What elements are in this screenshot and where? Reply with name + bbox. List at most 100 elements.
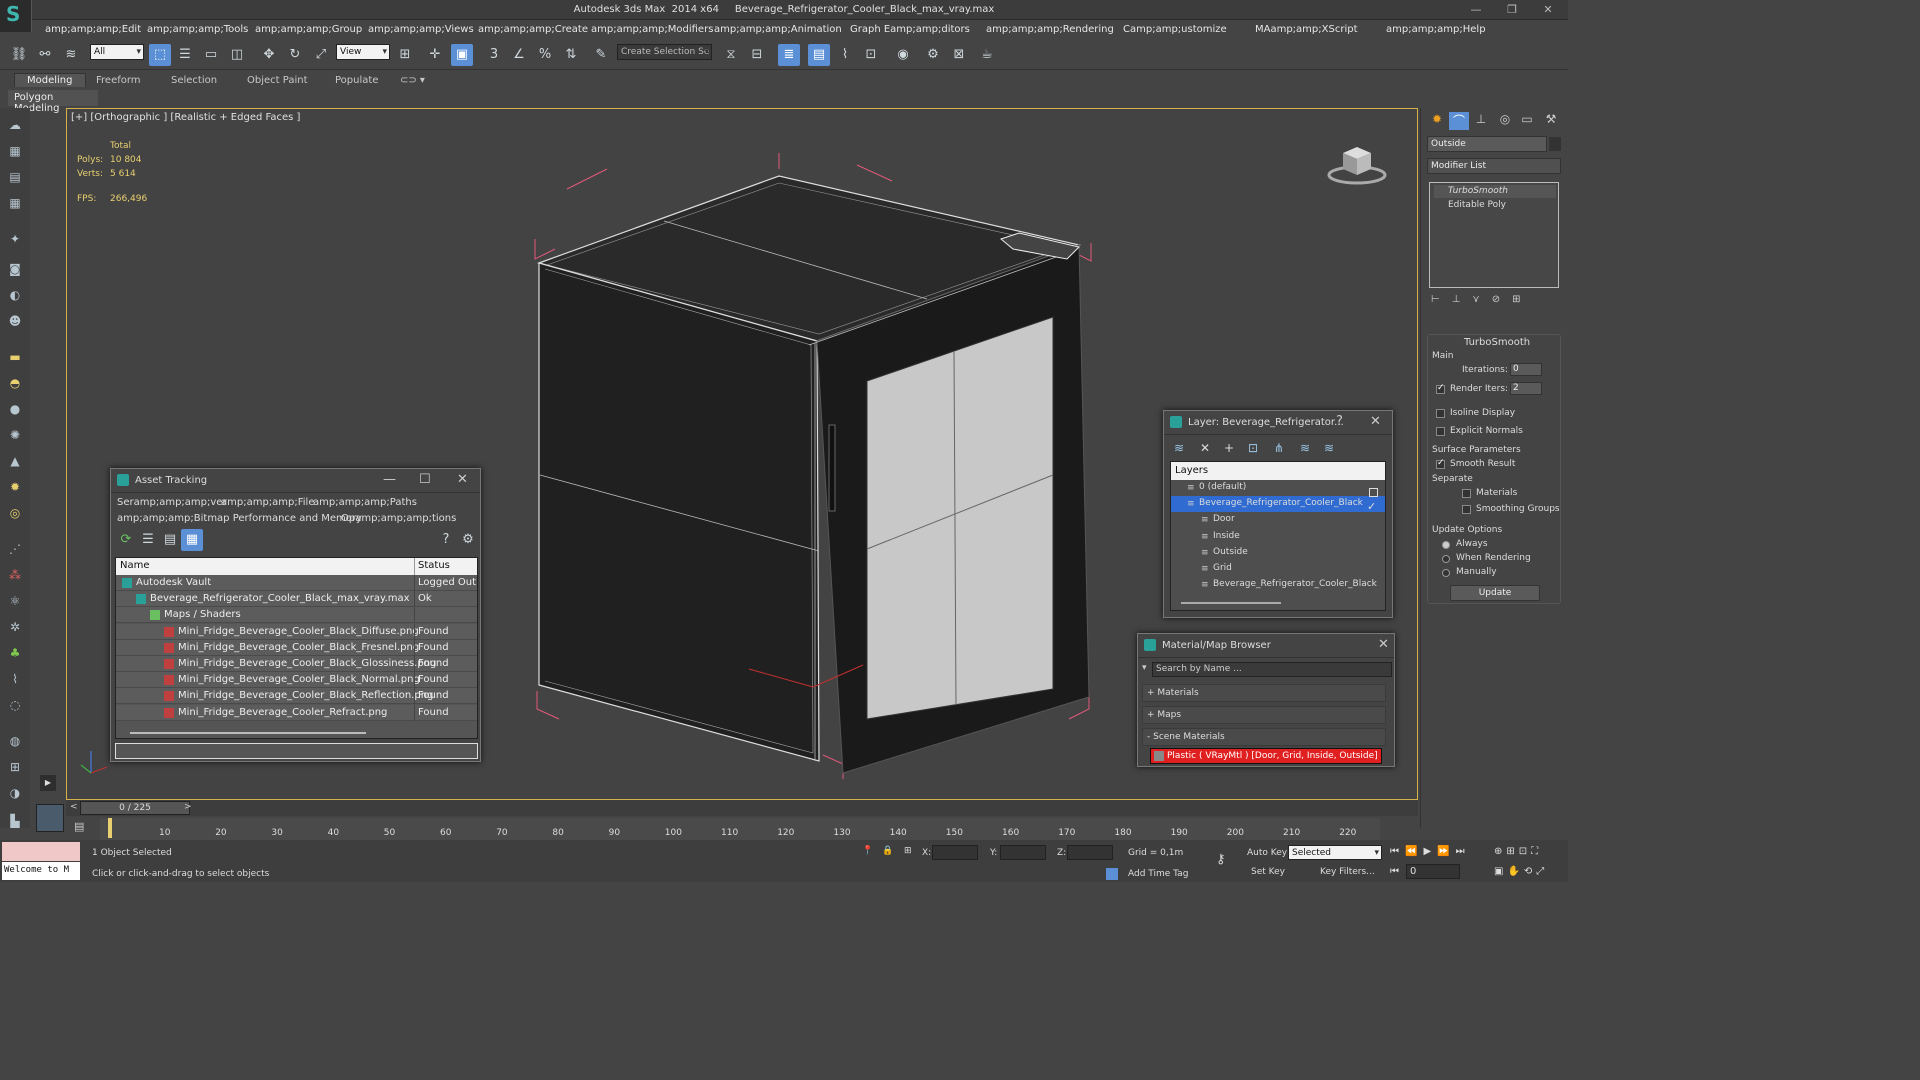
molecule-icon[interactable]: ⁂	[5, 568, 25, 586]
maxscript-input[interactable]: Welcome to M	[2, 862, 80, 880]
menu-help[interactable]: amp;amp;amp;Help	[1386, 24, 1486, 35]
track-bar[interactable]: 10 20 30 40 50 60 70 80 90 100 110 120 130 140 150 160 1…	[100, 818, 1380, 840]
menu-rendering[interactable]: amp;amp;amp;Rendering	[986, 24, 1114, 35]
smooth-result-checkbox[interactable]	[1436, 458, 1445, 469]
add-time-tag[interactable]: Add Time Tag	[1128, 869, 1188, 879]
table-row[interactable]: Mini_Fridge_Beverage_Cooler_Black_Normal…	[116, 672, 477, 689]
plane-icon[interactable]: ▬	[5, 350, 25, 368]
display-tab-icon[interactable]: ▭	[1517, 112, 1537, 130]
keyboard-override-icon[interactable]: ▣	[451, 44, 473, 66]
tab-selection[interactable]: Selection	[171, 75, 217, 86]
new-layer-icon[interactable]: ≋	[1174, 441, 1184, 455]
playback-controls-icon[interactable]: ⏮⏪▶⏩⏭	[1390, 846, 1471, 857]
gear3-icon[interactable]: ◑	[5, 786, 25, 804]
schematic-view-icon[interactable]: ⊡	[860, 44, 882, 66]
asset-menu-paths[interactable]: amp;amp;amp;Paths	[313, 497, 417, 508]
percent-snap-icon[interactable]: %	[534, 44, 556, 66]
torus-icon[interactable]: ◎	[5, 506, 25, 524]
render-setup-icon[interactable]: ⚙	[922, 44, 944, 66]
select-by-name-icon[interactable]: ☰	[174, 44, 196, 66]
gear2-icon[interactable]: ✲	[5, 620, 25, 638]
cone-icon[interactable]: ▲	[5, 454, 25, 472]
table-row[interactable]: Autodesk Vault Logged Out ..	[116, 575, 477, 591]
layer-default-checkbox[interactable]	[1369, 488, 1378, 497]
key-mode-icon[interactable]: ⏮	[1390, 866, 1399, 877]
layer-item[interactable]: ≡ Outside	[1171, 545, 1385, 561]
auto-key-button[interactable]: Auto Key	[1247, 848, 1287, 858]
stack-item-turbosmooth[interactable]: TurboSmooth	[1434, 185, 1556, 198]
table-row[interactable]: Mini_Fridge_Beverage_Cooler_Black_Fresne…	[116, 639, 477, 656]
menu-maxscript[interactable]: MAamp;amp;XScript	[1255, 24, 1358, 35]
table-row[interactable]: Beverage_Refrigerator_Cooler_Black_max_v…	[116, 591, 477, 608]
help-icon[interactable]: ?	[435, 529, 457, 551]
rollout-title[interactable]: TurboSmooth	[1464, 337, 1530, 348]
minimize-icon[interactable]: —	[383, 472, 396, 487]
stairs-icon[interactable]: ⋰	[5, 542, 25, 560]
asset-menu-bitmap[interactable]: amp;amp;amp;Bitmap Performance and Memor…	[117, 513, 362, 524]
document-icon[interactable]: ▤	[5, 170, 25, 188]
teapot-icon[interactable]: ☁	[5, 118, 25, 136]
table-row[interactable]: Mini_Fridge_Beverage_Cooler_Black_Glossi…	[116, 656, 477, 672]
rect-selection-icon[interactable]: ▭	[200, 44, 222, 66]
menu-customize[interactable]: Camp;amp;ustomize	[1123, 24, 1227, 35]
geosphere-icon[interactable]: ✺	[5, 428, 25, 446]
layer-item[interactable]: ≡ 0 (default)	[1171, 480, 1385, 496]
rendered-frame-icon[interactable]: ⊠	[948, 44, 970, 66]
paint-icon[interactable]: ✦	[5, 232, 25, 250]
materials-checkbox[interactable]	[1462, 489, 1471, 498]
maxscript-listener[interactable]	[2, 842, 80, 861]
menu-graph-editors[interactable]: Graph Eamp;amp;ditors	[850, 24, 970, 35]
table-view-icon[interactable]: ▤	[159, 529, 181, 551]
unlink-icon[interactable]: ⚯	[34, 44, 56, 66]
absolute-mode-icon[interactable]: ⊞	[904, 846, 912, 856]
highlight-layer-icon[interactable]: ⋔	[1274, 441, 1284, 455]
table-row[interactable]: Mini_Fridge_Beverage_Cooler_Black_Diffus…	[116, 623, 477, 640]
object-color-swatch[interactable]	[1549, 137, 1561, 151]
select-object-icon[interactable]: ⬚	[149, 44, 171, 66]
move-icon[interactable]: ✥	[258, 44, 280, 66]
add-to-layer-icon[interactable]: +	[1224, 441, 1234, 455]
menu-views[interactable]: amp;amp;amp;Views	[368, 24, 474, 35]
menu-animation[interactable]: amp;amp;amp;Animation	[714, 24, 842, 35]
menu-create[interactable]: amp;amp;amp;Create	[478, 24, 588, 35]
menu-edit[interactable]: amp;amp;amp;Edit	[45, 24, 141, 35]
close-icon[interactable]: ✕	[1378, 637, 1389, 652]
tab-object-paint[interactable]: Object Paint	[247, 75, 308, 86]
globe-icon[interactable]: ◍	[5, 734, 25, 752]
layer-help-icon[interactable]: ?	[1336, 414, 1343, 429]
close-icon[interactable]: ✕	[1370, 414, 1381, 429]
time-cursor[interactable]	[108, 818, 112, 838]
render-iters-spinner[interactable]: 2	[1510, 382, 1542, 395]
viewport-nav2-icon[interactable]: ▣✋⟲⤢	[1494, 866, 1548, 877]
atom-icon[interactable]: ⚛	[5, 594, 25, 612]
set-key-button[interactable]: Set Key	[1251, 867, 1285, 877]
prev-frame-icon[interactable]: <	[70, 802, 78, 812]
delete-layer-icon[interactable]: ✕	[1200, 441, 1210, 455]
next-frame-icon[interactable]: >	[184, 802, 192, 812]
expand-arrow-icon[interactable]: ▶	[40, 775, 56, 791]
camera-icon[interactable]: ◙	[5, 262, 25, 280]
snaps-toggle-icon[interactable]: 3	[483, 44, 505, 66]
hair-icon[interactable]: ⌇	[5, 672, 25, 690]
align-icon[interactable]: ⊟	[746, 44, 768, 66]
restore-icon[interactable]: ❐	[1494, 0, 1530, 20]
ribbon-toggle-icon[interactable]: ▤	[808, 44, 830, 66]
hierarchy-tab-icon[interactable]: ⊥	[1471, 112, 1491, 130]
material-item-plastic[interactable]: Plastic ( VRayMtl ) [Door, Grid, Inside,…	[1150, 748, 1382, 764]
tab-freeform[interactable]: Freeform	[96, 75, 141, 86]
table-row[interactable]: Mini_Fridge_Beverage_Cooler_Refract.png F…	[116, 704, 477, 721]
reference-coordinate-dropdown[interactable]: View	[336, 44, 390, 60]
iterations-spinner[interactable]: 0	[1510, 363, 1542, 376]
table-icon[interactable]: ▦	[5, 196, 25, 214]
render-icon[interactable]: ☕	[976, 44, 998, 66]
viewport-nav-icon[interactable]: ⊕⊞⊡⛶	[1494, 846, 1542, 857]
always-radio[interactable]	[1442, 541, 1450, 549]
utilities-tab-icon[interactable]: ⚒	[1541, 112, 1561, 130]
when-rendering-radio[interactable]	[1442, 555, 1450, 563]
close-icon[interactable]: ✕	[457, 472, 468, 487]
time-tag-icon[interactable]	[1106, 868, 1118, 880]
asset-tracking-titlebar[interactable]: Asset Tracking — ☐ ✕	[111, 469, 480, 493]
motion-tab-icon[interactable]: ◎	[1495, 112, 1515, 130]
asset-path-field[interactable]	[115, 743, 478, 759]
asset-menu-server[interactable]: Seramp;amp;amp;ver	[117, 497, 227, 508]
